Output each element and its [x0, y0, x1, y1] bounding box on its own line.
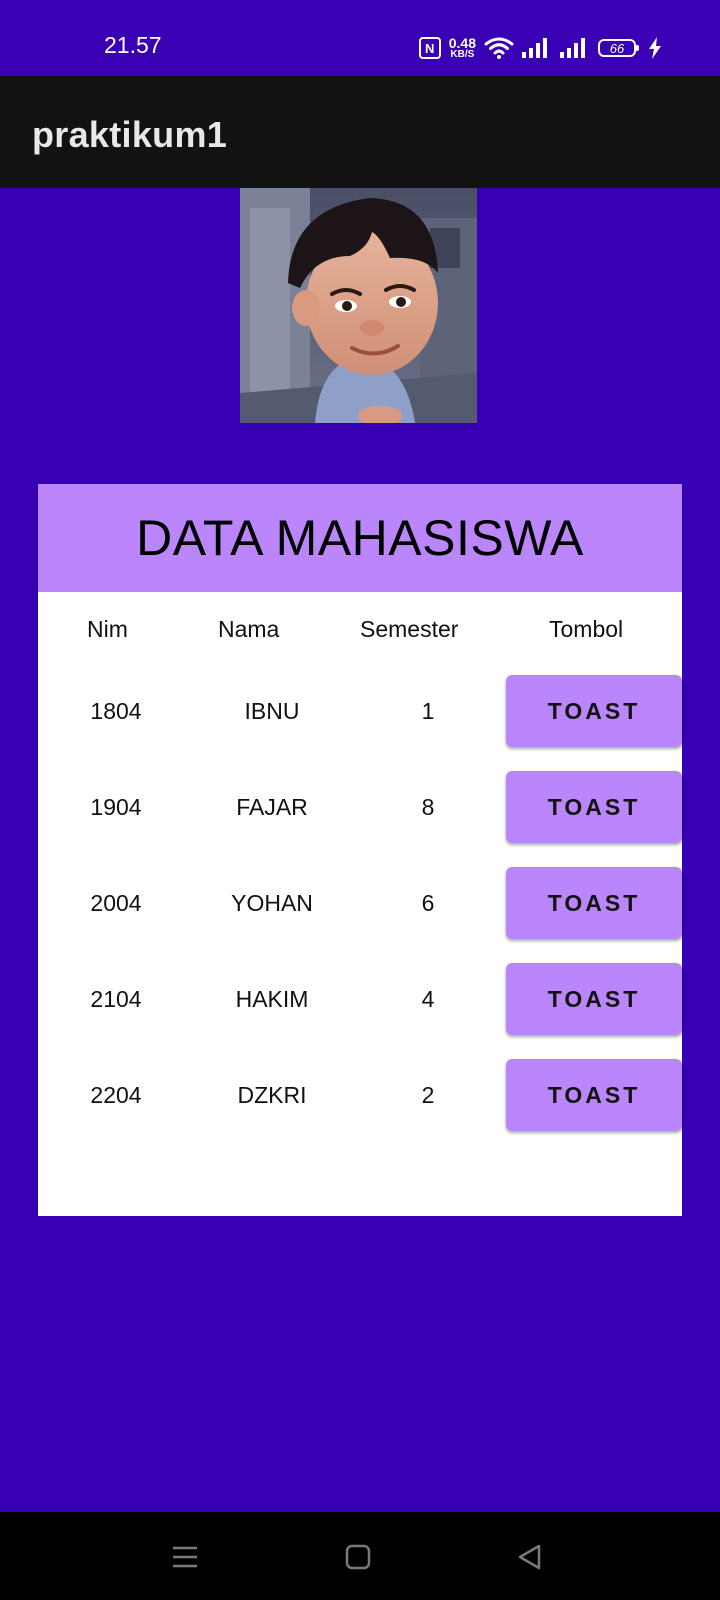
cell-nim: 2204 — [90, 1082, 142, 1108]
menu-icon[interactable] — [170, 1542, 200, 1572]
data-card: DATA MAHASISWA Nim Nama Semester Tombol … — [38, 484, 682, 1216]
charging-icon — [649, 37, 661, 59]
header-nim: Nim — [87, 616, 128, 642]
card-title: DATA MAHASISWA — [136, 510, 584, 566]
cell-semester: 8 — [421, 794, 435, 820]
cell-nama: DZKRI — [237, 1082, 307, 1108]
avatar-image — [240, 188, 477, 423]
table-row: 2204 DZKRI 2 TOAST — [38, 1059, 682, 1131]
net-speed: 0.48 KB/S — [449, 36, 476, 60]
card-header: DATA MAHASISWA — [38, 484, 682, 592]
toast-button[interactable]: TOAST — [506, 675, 682, 747]
table-row: 1904 FAJAR 8 TOAST — [38, 771, 682, 843]
net-speed-value: 0.48 — [448, 35, 476, 51]
back-icon[interactable] — [515, 1542, 545, 1572]
table-row: 1804 IBNU 1 TOAST — [38, 675, 682, 747]
home-icon[interactable] — [343, 1542, 373, 1572]
cell-semester: 4 — [421, 986, 435, 1012]
nfc-icon: N — [418, 37, 441, 59]
cell-semester: 1 — [421, 698, 435, 724]
toast-button[interactable]: TOAST — [506, 771, 682, 843]
toast-button[interactable]: TOAST — [506, 867, 682, 939]
toast-button[interactable]: TOAST — [506, 963, 682, 1035]
wifi-icon — [484, 37, 514, 59]
status-icons: N 0.48 KB/S 66 — [418, 30, 662, 66]
header-nama: Nama — [218, 616, 280, 642]
cell-nim: 2004 — [90, 890, 142, 916]
header-tombol: Tombol — [549, 616, 624, 642]
cell-nim: 1904 — [90, 794, 142, 820]
net-speed-unit: KB/S — [450, 49, 475, 60]
app-title: praktikum1 — [32, 114, 228, 155]
cell-nim: 2104 — [90, 986, 142, 1012]
table-row: 2104 HAKIM 4 TOAST — [38, 963, 682, 1035]
app-bar: praktikum1 — [0, 76, 720, 188]
cell-semester: 2 — [421, 1082, 435, 1108]
cell-nama: HAKIM — [235, 986, 309, 1012]
navigation-bar — [0, 1512, 720, 1600]
header-semester: Semester — [360, 616, 459, 642]
signal-icon — [522, 38, 547, 58]
status-bar: 21.57 N 0.48 KB/S 66 — [0, 0, 720, 76]
cell-semester: 6 — [421, 890, 435, 916]
cell-nama: YOHAN — [231, 890, 313, 916]
cell-nama: FAJAR — [236, 794, 308, 820]
signal-icon — [560, 38, 585, 58]
cell-nama: IBNU — [244, 698, 300, 724]
table-row: 2004 YOHAN 6 TOAST — [38, 867, 682, 939]
battery-icon: 66 — [598, 39, 639, 57]
toast-button[interactable]: TOAST — [506, 1059, 682, 1131]
status-time: 21.57 — [104, 32, 162, 58]
cell-nim: 1804 — [90, 698, 142, 724]
